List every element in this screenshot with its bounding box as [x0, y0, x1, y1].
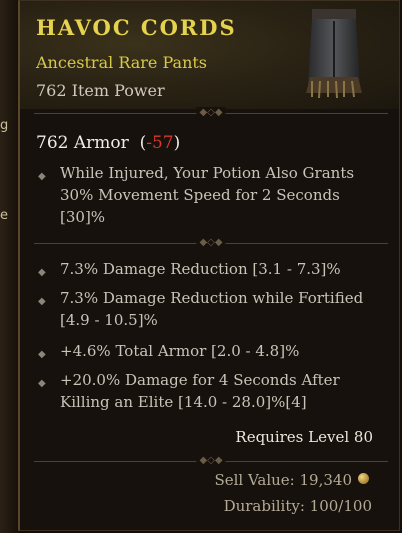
- pants-icon: [306, 9, 362, 99]
- level-requirement: Requires Level 80: [235, 428, 373, 446]
- item-power: 762 Item Power: [36, 81, 165, 100]
- sell-value-text: Sell Value: 19,340: [214, 471, 352, 489]
- affix-text: +4.6% Total Armor [2.0 - 4.8]%: [60, 342, 300, 360]
- armor-delta: -57: [146, 133, 174, 153]
- affix-line: ◆ 7.3% Damage Reduction [3.1 - 7.3]%: [38, 258, 380, 280]
- diamond-bullet-icon: ◆: [38, 349, 46, 360]
- section-divider: ◆◇◆: [34, 455, 388, 467]
- affix-text: 7.3% Damage Reduction while Fortified [4…: [60, 289, 364, 329]
- section-divider: ◆◇◆: [34, 107, 388, 119]
- tooltip-header: HAVOC CORDS Ancestral Rare Pants 762 Ite…: [20, 1, 399, 109]
- durability: Durability: 100/100: [223, 497, 372, 515]
- item-name: HAVOC CORDS: [36, 15, 237, 40]
- diamond-bullet-icon: ◆: [38, 267, 46, 278]
- implicit-affix: ◆ While Injured, Your Potion Also Grants…: [38, 162, 380, 228]
- affix-line: ◆ +20.0% Damage for 4 Seconds After Kill…: [38, 369, 380, 413]
- armor-stat: 762 Armor (-57): [36, 133, 180, 153]
- background-text-fragment: e: [0, 208, 8, 223]
- affix-line: ◆ 7.3% Damage Reduction while Fortified …: [38, 287, 380, 331]
- item-tooltip: HAVOC CORDS Ancestral Rare Pants 762 Ite…: [18, 0, 400, 531]
- armor-delta-close: ): [173, 133, 181, 153]
- affix-text: +20.0% Damage for 4 Seconds After Killin…: [60, 371, 340, 411]
- background-text-fragment: g: [0, 118, 9, 133]
- diamond-bullet-icon: ◆: [38, 171, 46, 182]
- section-divider: ◆◇◆: [34, 237, 388, 249]
- sell-value: Sell Value: 19,340: [214, 471, 369, 489]
- item-type: Ancestral Rare Pants: [36, 53, 208, 72]
- diamond-bullet-icon: ◆: [38, 378, 46, 389]
- diamond-bullet-icon: ◆: [38, 296, 46, 307]
- affix-text: While Injured, Your Potion Also Grants 3…: [60, 164, 355, 226]
- armor-value: 762 Armor: [36, 133, 129, 153]
- affix-line: ◆ +4.6% Total Armor [2.0 - 4.8]%: [38, 340, 380, 362]
- affix-text: 7.3% Damage Reduction [3.1 - 7.3]%: [60, 260, 341, 278]
- gold-coin-icon: [358, 473, 369, 484]
